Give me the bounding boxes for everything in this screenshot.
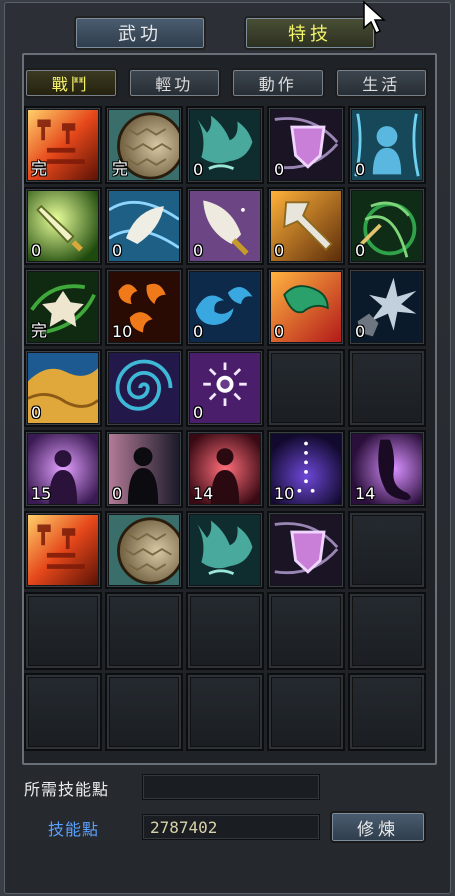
skill-slot[interactable]: 0 [186, 187, 264, 265]
empty-skill-slot[interactable] [267, 349, 345, 427]
empty-skill-slot[interactable] [105, 673, 183, 751]
skill-points-label: 技能點 [48, 820, 100, 839]
tab-martial-arts[interactable]: 武功 [74, 16, 206, 50]
skill-slot[interactable]: 0 [348, 106, 426, 184]
skill-level: 0 [355, 241, 366, 260]
subtab-combat[interactable]: 戰鬥 [24, 68, 118, 98]
skill-level: 10 [112, 322, 133, 341]
empty-skill-slot[interactable] [24, 673, 102, 751]
skill-level: 10 [274, 484, 295, 503]
skill-level: 0 [274, 322, 285, 341]
skill-slot[interactable]: 完 [24, 106, 102, 184]
skill-slot[interactable]: 完 [24, 268, 102, 346]
mouse-cursor-icon [363, 0, 386, 35]
skill-slot[interactable]: 0 [348, 187, 426, 265]
skill-level: 0 [193, 322, 204, 341]
skill-slot[interactable]: 0 [186, 349, 264, 427]
subtab-lightness[interactable]: 輕功 [127, 68, 221, 98]
skill-level: 完 [31, 159, 48, 178]
turtle-shell-icon [109, 515, 181, 585]
skill-slot[interactable]: 10 [105, 268, 183, 346]
skill-points-value: 2787402 [150, 818, 218, 837]
skill-level: 0 [31, 241, 42, 260]
train-button[interactable]: 修煉 [330, 811, 426, 843]
sub-tab-bar: 戰鬥 輕功 動作 生活 [24, 68, 428, 100]
skill-slot[interactable]: 0 [267, 187, 345, 265]
skill-slot[interactable]: 14 [186, 430, 264, 508]
skill-level: 0 [112, 484, 123, 503]
tab-special-skills[interactable]: 特技 [244, 16, 376, 50]
vortex-icon [109, 353, 179, 423]
empty-skill-slot[interactable] [348, 673, 426, 751]
skill-level: 0 [355, 160, 366, 179]
skill-slot[interactable]: 0 [348, 268, 426, 346]
empty-skill-slot[interactable] [267, 673, 345, 751]
skill-slot[interactable] [24, 511, 102, 589]
skill-level: 15 [31, 484, 52, 503]
skill-slot[interactable]: 0 [105, 187, 183, 265]
skill-level: 0 [193, 241, 204, 260]
skill-slot[interactable] [267, 511, 345, 589]
spirit-claw-icon [190, 515, 260, 585]
subtab-life[interactable]: 生活 [334, 68, 428, 98]
skill-slot[interactable]: 0 [186, 268, 264, 346]
subtab-actions[interactable]: 動作 [231, 68, 325, 98]
empty-skill-slot[interactable] [186, 673, 264, 751]
fire-ladder-icon [28, 515, 98, 585]
skill-level: 完 [112, 159, 129, 178]
skill-level: 0 [274, 241, 285, 260]
skill-slot[interactable]: 15 [24, 430, 102, 508]
violet-shield-icon [271, 515, 341, 585]
required-points-label: 所需技能點 [24, 780, 110, 799]
skill-slot[interactable]: 0 [24, 349, 102, 427]
skill-level: 0 [274, 160, 285, 179]
skill-level: 0 [193, 160, 204, 179]
empty-skill-slot[interactable] [348, 349, 426, 427]
required-points-field [142, 774, 320, 800]
empty-skill-slot[interactable] [348, 592, 426, 670]
skill-level: 0 [355, 322, 366, 341]
skill-slot[interactable]: 完 [105, 106, 183, 184]
skill-level: 完 [31, 321, 48, 340]
skill-grid: 完完 0 0 0 0 0 0 0 0 完 10 0 0 0 0 0 15 0 14 10 14 [24, 106, 426, 751]
skill-slot[interactable] [105, 511, 183, 589]
skill-slot[interactable]: 0 [267, 106, 345, 184]
skill-level: 14 [355, 484, 376, 503]
skill-slot[interactable]: 0 [186, 106, 264, 184]
skill-slot[interactable] [105, 349, 183, 427]
empty-skill-slot[interactable] [348, 511, 426, 589]
skill-slot[interactable]: 10 [267, 430, 345, 508]
skill-slot[interactable] [186, 511, 264, 589]
skill-slot[interactable]: 0 [24, 187, 102, 265]
skill-slot[interactable]: 14 [348, 430, 426, 508]
skill-slot[interactable]: 0 [105, 430, 183, 508]
empty-skill-slot[interactable] [105, 592, 183, 670]
empty-skill-slot[interactable] [24, 592, 102, 670]
skill-slot[interactable]: 0 [267, 268, 345, 346]
skill-level: 0 [31, 403, 42, 422]
skill-level: 0 [112, 241, 123, 260]
skill-level: 0 [193, 403, 204, 422]
empty-skill-slot[interactable] [186, 592, 264, 670]
skill-level: 14 [193, 484, 214, 503]
empty-skill-slot[interactable] [267, 592, 345, 670]
